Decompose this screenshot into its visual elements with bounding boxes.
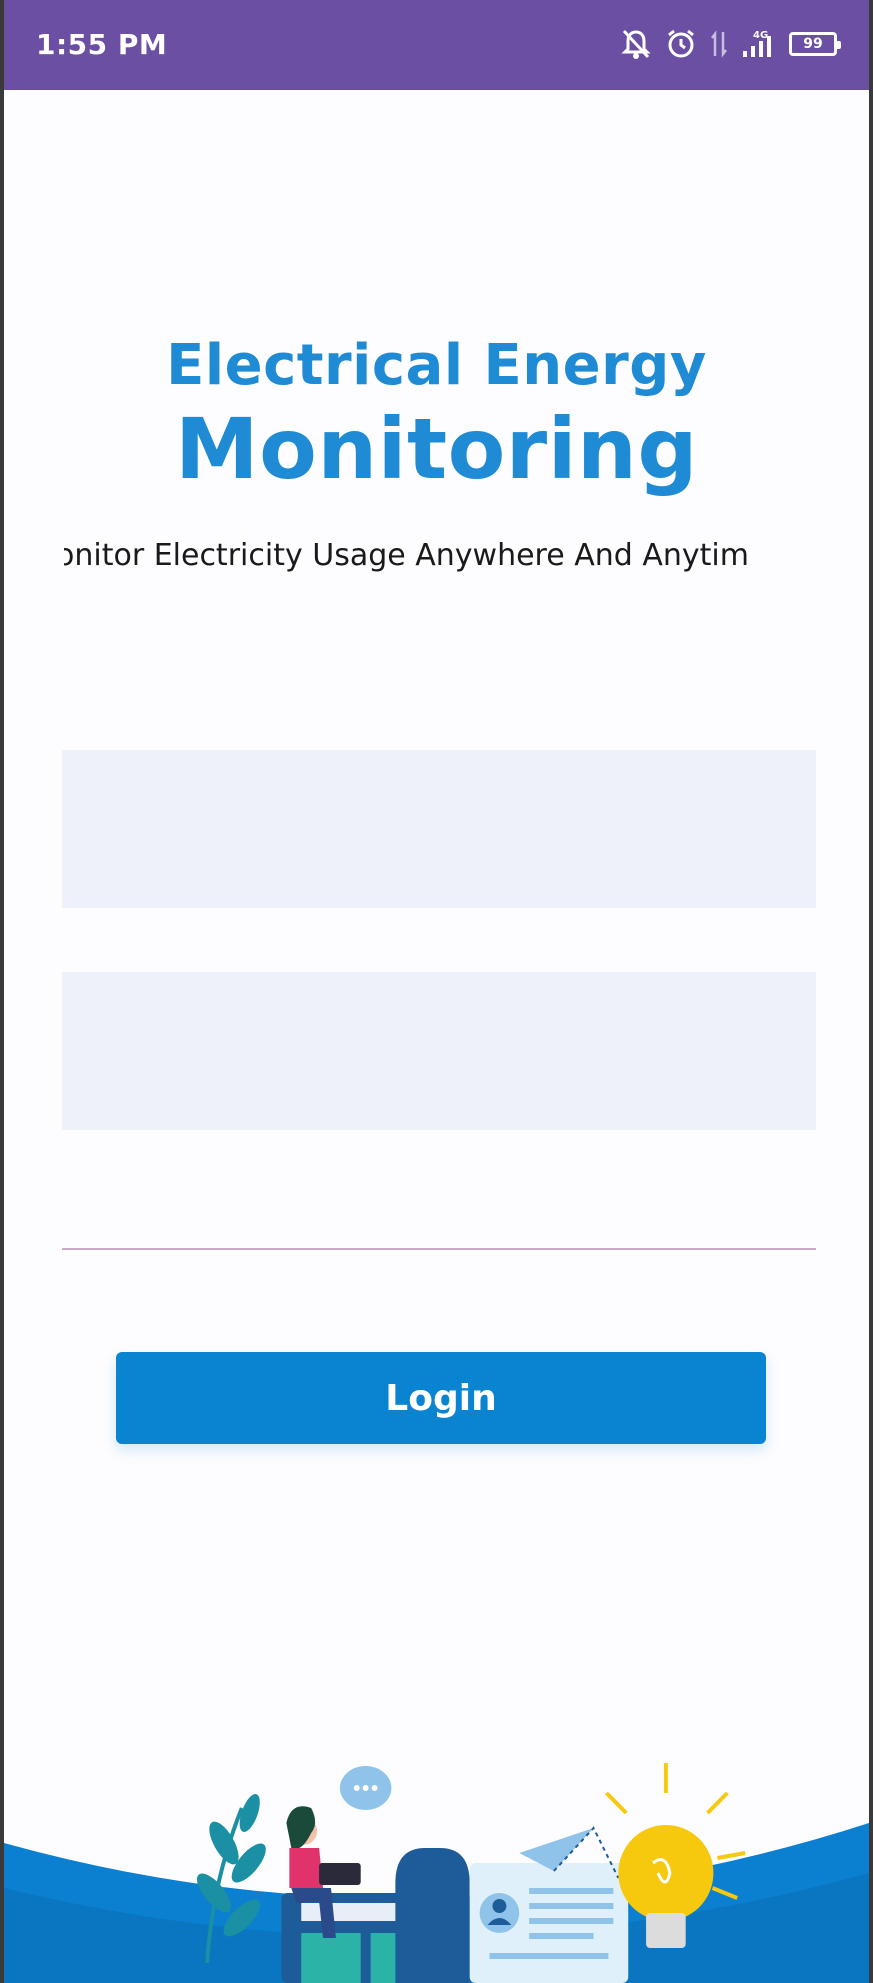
status-icons: 4G 99: [621, 24, 841, 64]
status-bar: 1:55 PM 4G 99: [4, 0, 869, 90]
person-with-laptop-and-lightbulb-illustration: [4, 1763, 869, 1983]
battery-icon: 99: [789, 32, 841, 56]
mute-bell-icon: [621, 28, 651, 60]
svg-text:4G: 4G: [753, 30, 768, 41]
marquee-tagline: onitor Electricity Usage Anywhere And An…: [64, 538, 809, 588]
tagline-text: onitor Electricity Usage Anywhere And An…: [64, 538, 749, 573]
app-title-line1: Electrical Energy: [166, 333, 707, 398]
login-screen: Electrical Energy Monitoring onitor Elec…: [4, 90, 869, 1983]
login-button[interactable]: Login: [116, 1352, 766, 1444]
battery-level: 99: [803, 36, 823, 52]
status-time: 1:55 PM: [36, 28, 168, 61]
form-divider: [62, 1248, 816, 1250]
username-field[interactable]: [62, 750, 816, 908]
app-title-line2: Monitoring: [175, 400, 698, 498]
signal-icon: 4G: [741, 29, 775, 59]
alarm-icon: [665, 28, 697, 60]
app-frame: 1:55 PM 4G 99 Electrical Energy Monitori…: [0, 0, 873, 1983]
password-field[interactable]: [62, 972, 816, 1130]
data-arrows-icon: [711, 30, 727, 58]
